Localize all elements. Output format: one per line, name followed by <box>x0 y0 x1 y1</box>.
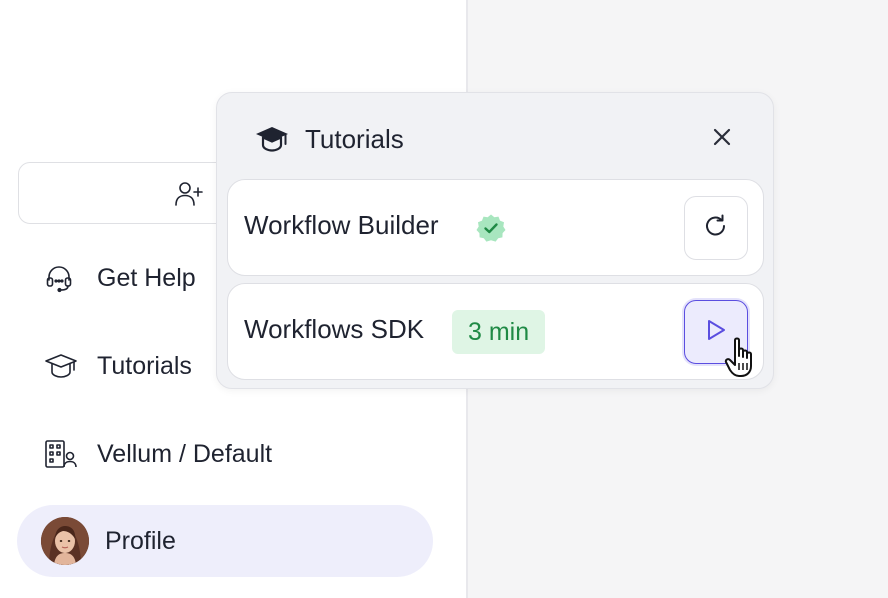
popover-header: Tutorials <box>255 119 404 159</box>
duration-badge: 3 min <box>452 310 546 354</box>
close-icon <box>713 128 731 151</box>
tutorial-card-workflows-sdk: Workflows SDK 3 min <box>227 283 764 380</box>
tutorial-name: Workflow Builder <box>244 210 439 240</box>
close-button[interactable] <box>707 124 737 154</box>
popover-title: Tutorials <box>305 123 404 154</box>
sidebar-item-workspace[interactable]: Vellum / Default <box>44 432 272 476</box>
tutorials-popover: Tutorials Workflow Builder Workflows SDK… <box>216 92 774 389</box>
user-plus-icon <box>173 180 203 208</box>
tutorial-card-workflow-builder: Workflow Builder <box>227 179 764 276</box>
restart-tutorial-button[interactable] <box>684 196 748 260</box>
sidebar-item-tutorials[interactable]: Tutorials <box>44 344 192 388</box>
avatar <box>41 517 89 565</box>
building-user-icon <box>44 437 84 471</box>
sidebar-item-profile[interactable]: Profile <box>17 505 433 577</box>
graduation-cap-icon <box>255 124 291 154</box>
sidebar-item-get-help[interactable]: Get Help <box>44 256 196 300</box>
graduation-cap-icon <box>44 349 84 383</box>
tutorial-name: Workflows SDK <box>244 314 425 344</box>
sidebar-item-label: Tutorials <box>97 351 192 380</box>
sidebar-item-label: Vellum / Default <box>97 439 273 468</box>
sidebar-item-label: Get Help <box>97 263 196 292</box>
headset-icon <box>44 261 84 295</box>
restart-icon <box>703 213 729 244</box>
check-badge-icon <box>476 213 506 243</box>
profile-label: Profile <box>105 526 176 555</box>
hand-pointer-cursor-icon <box>724 336 764 380</box>
